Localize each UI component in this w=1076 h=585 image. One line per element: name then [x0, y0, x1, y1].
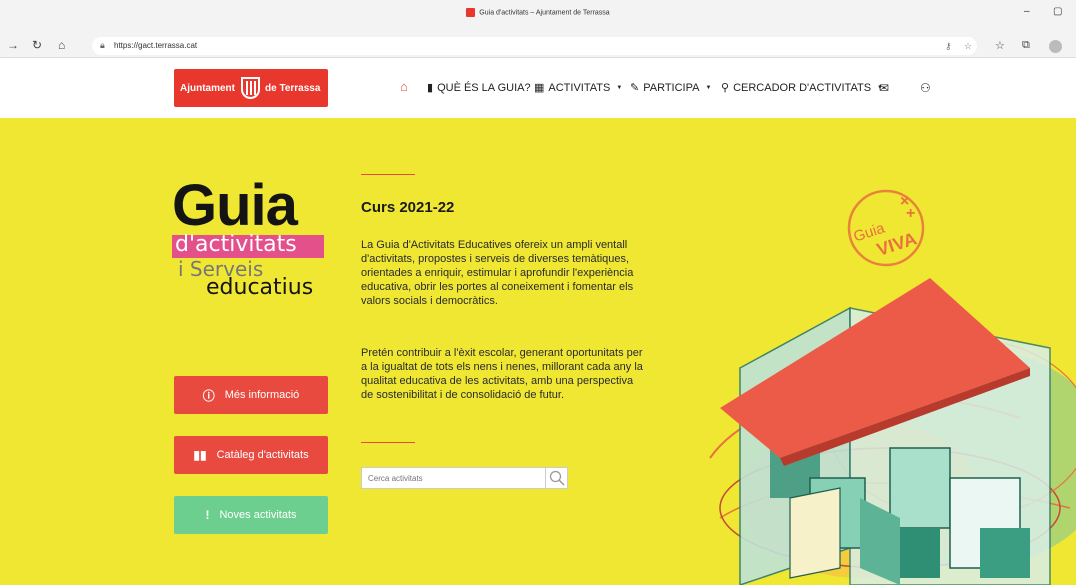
- logo-text-left: Ajuntament: [180, 83, 235, 94]
- minimize-icon[interactable]: –: [1024, 6, 1030, 17]
- goal-paragraph: Pretén contribuir a l'èxit escolar, gene…: [361, 347, 643, 401]
- url-field[interactable]: 🔒︎ https://gact.terrassa.cat ⚷ ☆: [92, 37, 977, 55]
- info-icon: ⓘ: [202, 388, 215, 403]
- home-icon[interactable]: ⌂: [58, 38, 65, 52]
- ajuntament-logo[interactable]: Ajuntament de Terrassa: [174, 69, 328, 107]
- mes-informacio-button[interactable]: ⓘ Més informació: [174, 376, 328, 414]
- course-title: Curs 2021-22: [361, 199, 455, 216]
- divider-top: [361, 174, 415, 175]
- browser-titlebar: Guia d'activitats – Ajuntament de Terras…: [0, 0, 1076, 34]
- book-icon: ▮: [427, 82, 434, 94]
- guia-logo-educatius: educatius: [206, 275, 314, 300]
- guia-logo-activitats: d'activitats: [175, 232, 297, 257]
- caret-down-icon: ▼: [616, 85, 623, 92]
- lock-icon: 🔒︎: [100, 40, 105, 50]
- magnifier-icon: [549, 470, 565, 486]
- divider-bottom: [361, 442, 415, 443]
- book-open-icon: ▮▮: [193, 448, 207, 462]
- user-icon[interactable]: ⚇: [920, 81, 931, 95]
- shield-icon: [241, 77, 260, 99]
- nav-que-es-la-guia[interactable]: ▮ QUÈ ÉS LA GUIA?: [427, 81, 531, 94]
- search-button[interactable]: [545, 468, 567, 488]
- maximize-icon[interactable]: ▢: [1053, 6, 1062, 17]
- collections-icon[interactable]: ⧉: [1022, 39, 1030, 52]
- forward-icon[interactable]: →: [7, 38, 19, 52]
- key-icon[interactable]: ⚷: [945, 41, 952, 52]
- nav-activitats[interactable]: ▦ ACTIVITATS ▼: [534, 81, 622, 94]
- pencil-icon: ✎: [630, 82, 640, 94]
- tab-title: Guia d'activitats – Ajuntament de Terras…: [479, 9, 610, 17]
- caret-down-icon: ▼: [705, 85, 712, 92]
- search-box: [361, 467, 568, 489]
- profile-avatar[interactable]: [1049, 40, 1062, 53]
- exclamation-icon: !: [205, 508, 210, 522]
- noves-activitats-button[interactable]: ! Noves activitats: [174, 496, 328, 534]
- read-aloud-icon[interactable]: ☆: [964, 41, 972, 52]
- guia-logo-title: Guia: [172, 173, 298, 238]
- favorites-icon[interactable]: ☆: [995, 39, 1005, 52]
- nav-cercador[interactable]: ⚲ CERCADOR D'ACTIVITATS ▼: [721, 81, 883, 94]
- intro-paragraph: La Guia d'Activitats Educatives ofereix …: [361, 239, 634, 307]
- home-nav-icon[interactable]: ⌂: [400, 79, 408, 94]
- browser-tab[interactable]: Guia d'activitats – Ajuntament de Terras…: [0, 8, 1076, 17]
- logo-text-right: de Terrassa: [265, 83, 321, 94]
- main-content: Guia d'activitats i Serveis educatius ⓘ M…: [0, 118, 1076, 585]
- house-illustration: [709, 278, 1076, 585]
- cataleg-activitats-button[interactable]: ▮▮ Catàleg d'activitats: [174, 436, 328, 474]
- calendar-icon: ▦: [534, 82, 545, 94]
- stamp-plus-icon: +: [906, 205, 915, 222]
- mail-icon[interactable]: ✉: [879, 81, 889, 95]
- search-input[interactable]: [362, 468, 542, 489]
- url-text: https://gact.terrassa.cat: [114, 41, 198, 50]
- reload-icon[interactable]: ↻: [32, 38, 42, 52]
- address-bar: → ↻ ⌂ 🔒︎ https://gact.terrassa.cat ⚷ ☆ ☆…: [0, 34, 1076, 58]
- search-icon: ⚲: [721, 82, 730, 94]
- site-header: Ajuntament de Terrassa ⌂ ▮ QUÈ ÉS LA GUIA…: [0, 58, 1076, 118]
- nav-participa[interactable]: ✎ PARTICIPA ▼: [630, 81, 711, 94]
- guia-logo: Guia d'activitats i Serveis educatius: [172, 172, 332, 312]
- favicon-icon: [466, 8, 476, 17]
